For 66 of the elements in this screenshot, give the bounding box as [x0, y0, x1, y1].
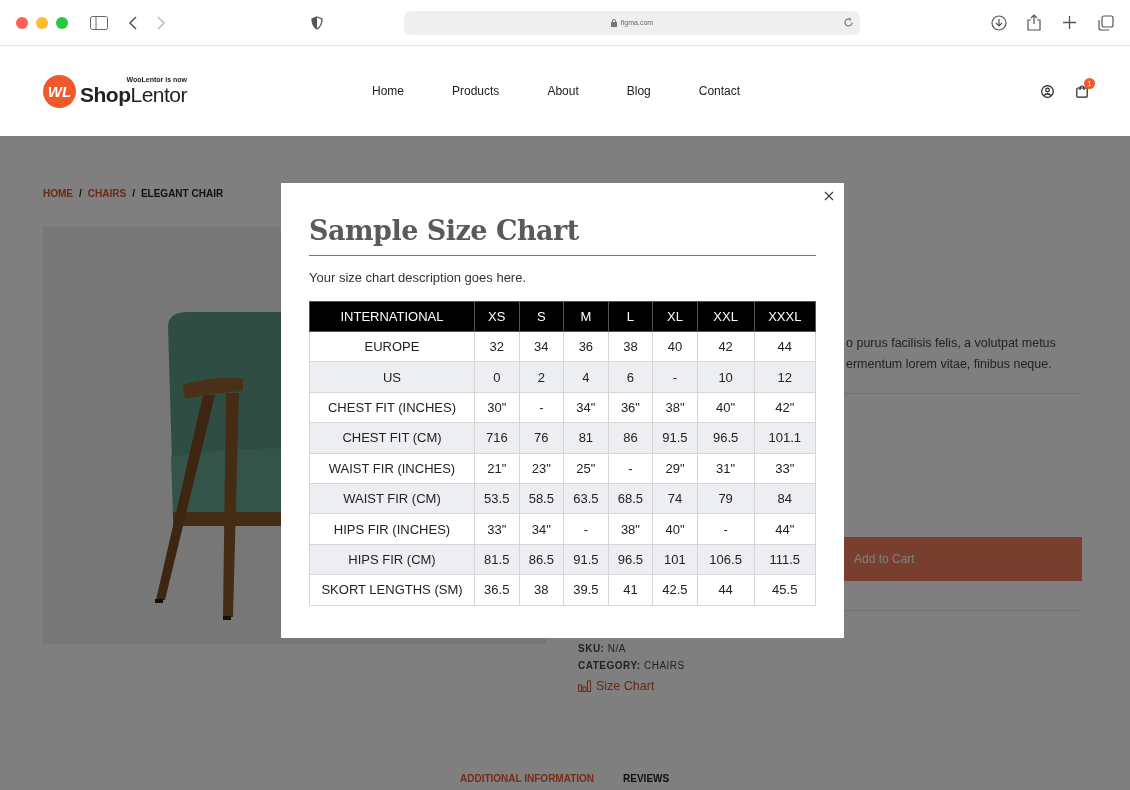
sidebar-icon[interactable] [90, 15, 108, 30]
column-header: INTERNATIONAL [309, 301, 475, 332]
table-cell: SKORT LENGTHS (SM) [309, 574, 475, 605]
column-header: XS [474, 301, 520, 332]
reload-icon[interactable] [843, 17, 854, 28]
column-header: XL [652, 301, 698, 332]
tabs-icon[interactable] [1098, 14, 1114, 31]
breadcrumb-current: ELEGANT CHAIR [140, 187, 224, 199]
logo-wordmark[interactable]: ShopLentor [80, 82, 188, 107]
download-icon[interactable] [991, 14, 1007, 31]
table-cell: WAIST FIR (CM) [309, 483, 475, 514]
table-cell: 44 [754, 331, 816, 362]
table-cell: 42 [697, 331, 755, 362]
table-cell: CHEST FIT (CM) [309, 422, 475, 454]
logo-mark[interactable]: WL [43, 74, 76, 108]
user-icon[interactable] [1041, 84, 1054, 98]
column-header: S [519, 301, 564, 332]
close-button[interactable] [822, 189, 836, 203]
table-cell: HIPS FIR (INCHES) [309, 513, 475, 545]
table-cell: 12 [754, 361, 816, 393]
table-cell: 10 [697, 361, 755, 393]
table-cell: 101.1 [754, 422, 816, 454]
modal-description: Your size chart description goes here. [309, 270, 528, 285]
table-cell: 44 [697, 574, 755, 605]
shopping-bag-icon[interactable] [1076, 84, 1088, 98]
lock-icon [610, 18, 617, 27]
table-cell: EUROPE [309, 331, 475, 362]
bar-chart-icon [578, 680, 591, 692]
table-cell: 96.5 [697, 422, 755, 454]
table-cell: - [697, 513, 755, 545]
table-cell: 42" [754, 392, 816, 423]
product-description: o purus facilisis felis, a volutpat metus ermentum lorem vitae, finibus neque. [846, 335, 1057, 373]
table-cell: HIPS FIR (CM) [309, 544, 475, 575]
modal-title: Sample Size Chart [309, 215, 816, 256]
breadcrumb-separator: / [132, 187, 135, 199]
table-cell: 31" [697, 453, 755, 484]
new-tab-icon[interactable] [1063, 16, 1076, 29]
product-meta: SKU: N/A [578, 643, 627, 654]
table-cell: CHEST FIT (INCHES) [309, 392, 475, 423]
table-cell: 45.5 [754, 574, 816, 605]
table-cell: 111.5 [754, 544, 816, 575]
column-header: XXL [697, 301, 755, 332]
table-cell: 106.5 [697, 544, 755, 575]
table-cell: 44" [754, 513, 816, 545]
table-cell: US [309, 361, 475, 393]
nav-link[interactable]: Home [372, 84, 404, 98]
nav-link[interactable]: About [547, 84, 579, 98]
table-cell: 84 [754, 483, 816, 514]
column-header: M [563, 301, 609, 332]
table-cell: 40" [697, 392, 755, 423]
product-meta: CATEGORY: CHAIRS [578, 660, 686, 671]
back-icon[interactable] [128, 15, 138, 30]
nav-link[interactable]: Products [452, 84, 500, 98]
breadcrumb-separator: / [79, 187, 82, 199]
nav-link[interactable]: Contact [698, 84, 741, 98]
column-header: XXXL [754, 301, 816, 332]
table-cell: WAIST FIR (INCHES) [309, 453, 475, 484]
product-tab[interactable]: REVIEWS [623, 773, 670, 784]
table-cell: 33" [754, 453, 816, 484]
table-cell: 79 [697, 483, 755, 514]
column-header: L [608, 301, 653, 332]
shield-icon[interactable] [311, 15, 323, 30]
size-chart-link[interactable]: Size Chart [578, 679, 1082, 693]
share-icon[interactable] [1027, 14, 1041, 31]
close-window-button[interactable] [16, 16, 28, 29]
nav-link[interactable]: Blog [626, 84, 651, 98]
